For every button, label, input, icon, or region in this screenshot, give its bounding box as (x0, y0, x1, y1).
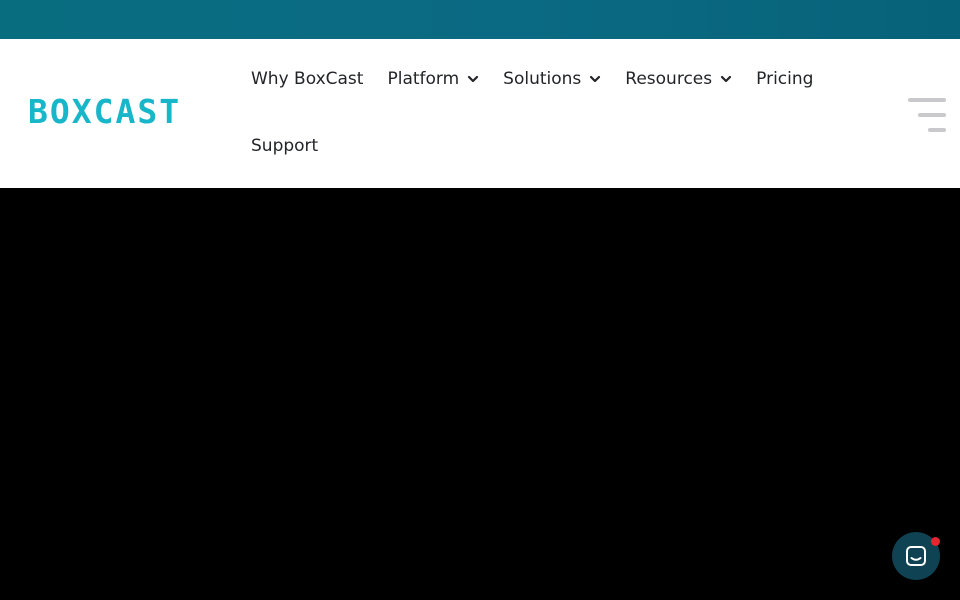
nav-item-support[interactable]: Support (251, 136, 318, 156)
main-nav-second-row: Support (251, 134, 318, 158)
chevron-down-icon (721, 75, 732, 83)
hero-video-area[interactable] (0, 188, 960, 600)
nav-item-why-boxcast[interactable]: Why BoxCast (251, 69, 363, 89)
nav-item-solutions[interactable]: Solutions (503, 69, 601, 89)
chat-bubble-icon (906, 546, 926, 566)
nav-item-label: Why BoxCast (251, 69, 364, 89)
nav-item-platform[interactable]: Platform (387, 69, 479, 89)
logo-text: BOXCAST (28, 92, 182, 131)
nav-item-resources[interactable]: Resources (625, 69, 732, 89)
main-nav: Why BoxCast Platform Solutions Resources… (251, 67, 837, 91)
chat-notification-badge (931, 537, 940, 546)
chevron-down-icon (468, 75, 479, 83)
nav-item-label: Platform (387, 69, 460, 89)
nav-item-label: Solutions (503, 69, 582, 89)
boxcast-logo[interactable]: BOXCAST (28, 95, 181, 129)
nav-item-pricing[interactable]: Pricing (756, 69, 813, 89)
nav-item-label: Support (251, 136, 319, 156)
nav-item-label: Resources (625, 69, 713, 89)
nav-item-label: Pricing (756, 69, 814, 89)
top-announcement-strip (0, 0, 960, 39)
hamburger-menu-icon[interactable] (908, 98, 946, 132)
site-header: BOXCAST Why BoxCast Platform Solutions R… (0, 39, 960, 188)
chevron-down-icon (590, 75, 601, 83)
